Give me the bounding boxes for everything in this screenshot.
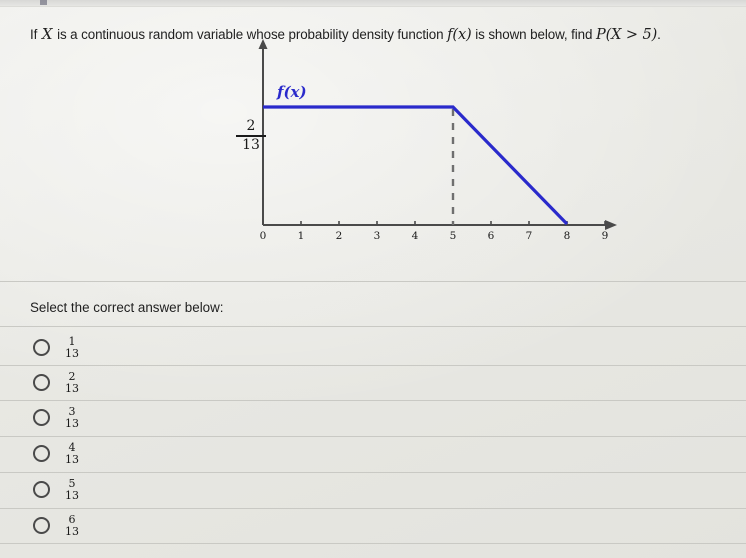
answer-option-2[interactable]: 2 13	[0, 365, 746, 400]
answer-option-1-numerator: 1	[68, 335, 76, 348]
answer-option-5-numerator: 5	[68, 477, 76, 490]
answer-option-2-denominator: 13	[65, 381, 79, 395]
answer-option-5-denominator: 13	[65, 488, 79, 502]
curve-label-fx: f(x)	[277, 83, 307, 101]
divider-option-6	[0, 543, 746, 544]
radio-button-icon[interactable]	[33, 517, 50, 534]
answer-option-1[interactable]: 1 13	[0, 330, 746, 365]
radio-button-icon[interactable]	[33, 481, 50, 498]
answer-option-4[interactable]: 4 13	[0, 436, 746, 471]
graph-svg: 0 1 2 3 4 5 6 7 8 9	[258, 39, 617, 242]
y-axis-numerator: 2	[246, 118, 256, 134]
radio-button-icon[interactable]	[33, 374, 50, 391]
answer-option-6-value: 6 13	[63, 514, 81, 537]
answer-option-3-value: 3 13	[63, 406, 81, 429]
answer-option-6-numerator: 6	[68, 513, 76, 526]
answer-option-2-numerator: 2	[68, 370, 76, 383]
x-tick-label-9: 9	[602, 230, 609, 242]
answer-option-4-value: 4 13	[63, 442, 81, 465]
y-axis-value-label: 2 13	[234, 119, 268, 153]
x-tick-label-5: 5	[450, 230, 457, 242]
answer-option-1-value: 1 13	[63, 336, 81, 359]
answer-option-6-denominator: 13	[65, 524, 79, 538]
answer-option-5[interactable]: 5 13	[0, 472, 746, 507]
x-tick-label-0: 0	[260, 230, 267, 242]
y-axis-denominator: 13	[242, 136, 260, 153]
top-cutoff-strip	[0, 0, 746, 7]
answer-option-1-denominator: 13	[65, 346, 79, 360]
answer-option-3-denominator: 13	[65, 416, 79, 430]
x-tick-label-3: 3	[374, 230, 381, 242]
answer-option-4-denominator: 13	[65, 452, 79, 466]
x-tick-label-8: 8	[564, 230, 571, 242]
answer-option-3-numerator: 3	[68, 405, 76, 418]
x-tick-label-1: 1	[298, 230, 305, 242]
x-axis-tick-labels: 0 1 2 3 4 5 6 7 8 9	[260, 230, 609, 242]
radio-button-icon[interactable]	[33, 409, 50, 426]
x-tick-label-4: 4	[412, 230, 419, 242]
answer-option-6[interactable]: 6 13	[0, 508, 746, 543]
answer-option-4-numerator: 4	[68, 441, 76, 454]
question-variable: X	[41, 25, 53, 43]
pdf-curve	[263, 105, 569, 226]
pdf-graph: 2 13 f(x) 0 1 2 3 4 5 6 7 8 9	[225, 35, 635, 250]
answer-option-3[interactable]: 3 13	[0, 400, 746, 435]
question-suffix: .	[657, 27, 661, 42]
question-prefix: If	[30, 27, 41, 42]
answer-option-2-value: 2 13	[63, 371, 81, 394]
radio-button-icon[interactable]	[33, 445, 50, 462]
y-axis-arrowhead	[258, 39, 268, 49]
select-answer-prompt: Select the correct answer below:	[30, 300, 224, 315]
answer-option-5-value: 5 13	[63, 478, 81, 501]
x-tick-label-7: 7	[526, 230, 533, 242]
x-axis-arrowhead	[605, 220, 617, 230]
divider-above-prompt	[0, 281, 746, 282]
top-strip-chip-icon	[40, 0, 47, 5]
x-tick-label-6: 6	[488, 230, 495, 242]
radio-button-icon[interactable]	[33, 339, 50, 356]
x-tick-label-2: 2	[336, 230, 343, 242]
divider-below-prompt	[0, 326, 746, 327]
